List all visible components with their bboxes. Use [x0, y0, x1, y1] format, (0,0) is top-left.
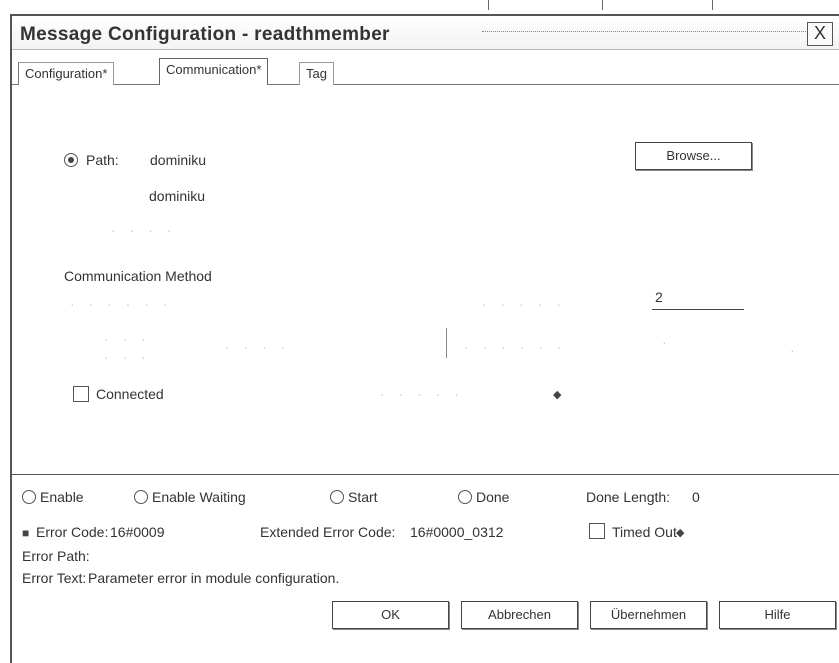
ok-label: OK [381, 607, 400, 622]
enable-waiting-label: Enable Waiting [152, 489, 246, 505]
path-label: Path: [86, 152, 119, 168]
cancel-button[interactable]: Abbrechen [461, 601, 578, 629]
strip-tick [712, 0, 713, 10]
ok-button[interactable]: OK [332, 601, 449, 629]
done-length-label: Done Length: [586, 489, 671, 505]
browse-button[interactable]: Browse... [635, 142, 752, 170]
connected-label: Connected [96, 386, 164, 402]
dot-icon: ◆ [676, 527, 685, 539]
path-radio[interactable] [64, 153, 78, 167]
error-code-label: Error Code: [36, 524, 109, 540]
faded-text: · · · [104, 331, 151, 347]
faded-text: · · · · · · [70, 296, 173, 312]
done-indicator [458, 490, 472, 504]
error-text-value: Parameter error in module configuration. [88, 570, 340, 586]
help-button[interactable]: Hilfe [719, 601, 836, 629]
faded-text: · · · · [111, 222, 177, 238]
strip-tick [488, 0, 489, 10]
dot-icon: ◆ [553, 389, 562, 401]
faded-text: · · · · [225, 339, 291, 355]
browse-label: Browse... [666, 148, 721, 163]
message-configuration-dialog: Message Configuration - readthmember X C… [10, 14, 839, 663]
tab-tag[interactable]: Tag [299, 62, 334, 85]
start-indicator [330, 490, 344, 504]
tab-underline [12, 84, 839, 85]
faded-text: · [790, 342, 800, 358]
enable-waiting-indicator [134, 490, 148, 504]
connected-checkbox[interactable] [73, 386, 89, 402]
help-label: Hilfe [764, 607, 791, 622]
error-code-value: 16#0009 [110, 524, 165, 540]
faded-text: · [662, 334, 672, 350]
channel-field[interactable]: 2 [655, 289, 663, 305]
enable-label: Enable [40, 489, 84, 505]
done-label: Done [476, 489, 510, 505]
extended-error-value: 16#0000_0312 [410, 524, 504, 540]
path-resolved: dominiku [149, 188, 206, 204]
error-text-label: Error Text: [22, 570, 87, 586]
done-length-value: 0 [692, 489, 700, 505]
close-icon: X [813, 23, 826, 43]
start-label: Start [348, 489, 378, 505]
tab-bar: Configuration* Communication* Tag [12, 58, 839, 86]
extended-error-label: Extended Error Code: [260, 524, 396, 540]
cancel-label: Abbrechen [488, 607, 551, 622]
faded-text: · · · · · · [464, 339, 567, 355]
faded-text: · · · [104, 349, 151, 365]
apply-label: Übernehmen [610, 607, 687, 622]
timed-out-checkbox [589, 523, 605, 539]
tab-configuration[interactable]: Configuration* [18, 62, 115, 85]
faded-text: · · · · · [380, 386, 464, 402]
communication-method-label: Communication Method [64, 268, 212, 284]
faded-text: · · · · · [482, 296, 566, 312]
path-input[interactable]: dominiku [150, 152, 206, 168]
window-title: Message Configuration - readthmember [20, 24, 390, 45]
channel-field-underline [652, 309, 744, 310]
error-icon: ■ [22, 526, 30, 540]
top-strip [0, 0, 839, 14]
title-decoration [482, 31, 812, 32]
section-separator [12, 474, 839, 475]
enable-indicator [22, 490, 36, 504]
tab-communication[interactable]: Communication* [159, 58, 269, 85]
timed-out-label: Timed Out [612, 524, 677, 540]
close-button[interactable]: X [807, 22, 833, 46]
title-bar: Message Configuration - readthmember X [12, 16, 839, 50]
error-path-label: Error Path: [22, 548, 90, 564]
apply-button[interactable]: Übernehmen [590, 601, 707, 629]
divider [446, 328, 447, 358]
strip-tick [602, 0, 603, 10]
